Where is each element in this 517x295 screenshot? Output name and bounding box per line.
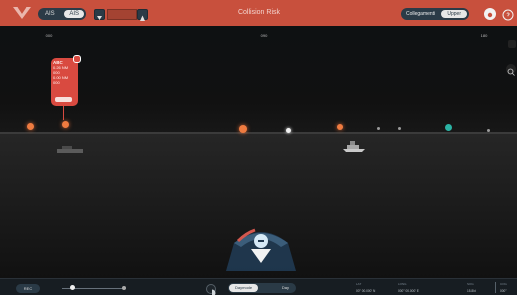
window-title: Collision Risk xyxy=(237,9,280,16)
brand-logo-icon xyxy=(13,6,31,19)
compass-tick: 090 xyxy=(260,33,268,38)
settings-button[interactable] xyxy=(484,8,496,20)
mode-right-option[interactable]: Upper xyxy=(441,10,467,18)
right-toolbar-button[interactable] xyxy=(508,40,516,48)
readout-divider xyxy=(495,282,496,293)
lat-readout: LAT 00° 00.000' N xyxy=(356,282,375,293)
brightness-slider-knob[interactable] xyxy=(70,285,75,290)
sog-value: 15.8kt xyxy=(467,289,476,293)
toggle-icon xyxy=(140,15,145,21)
long-label: LONG xyxy=(398,282,407,286)
cog-readout: COG 000° xyxy=(500,282,507,293)
filter-icon xyxy=(97,16,102,20)
compass-tick: 000 xyxy=(45,33,53,38)
cog-value: 000° xyxy=(500,289,507,293)
view-left-option[interactable]: Daymode xyxy=(229,284,259,292)
source-left-option[interactable]: AIS xyxy=(40,10,60,18)
sog-label: SOG xyxy=(467,282,474,286)
dim-control[interactable] xyxy=(107,9,137,20)
buoy-marker[interactable] xyxy=(337,124,343,130)
sog-readout: SOG 15.8kt xyxy=(467,282,476,293)
lat-value: 00° 00.000' N xyxy=(356,289,376,293)
contrast-icon xyxy=(212,289,216,295)
target-leader-line xyxy=(63,106,64,120)
settings-icon xyxy=(487,12,493,18)
distant-vessel-silhouette xyxy=(57,146,83,153)
ar-navigation-app: AIS AIS Collision Risk Collegamenti Uppe… xyxy=(0,0,517,295)
target-tcpa: 000 xyxy=(53,80,60,85)
navigation-light-marker xyxy=(487,129,490,132)
heading-gauge[interactable] xyxy=(220,213,302,271)
navigation-light-marker xyxy=(377,127,380,130)
target-info-card[interactable]: ABC 0.26 NM 000 0.00 NM 000 xyxy=(51,55,81,106)
close-icon[interactable] xyxy=(73,55,81,63)
vessel-silhouette xyxy=(343,141,365,152)
navigation-light-marker xyxy=(398,127,401,130)
cog-label: COG xyxy=(500,282,507,286)
bottom-bar: REC Daymode Day LAT 00° 00.000' N LONG 0… xyxy=(0,278,517,295)
source-right-option[interactable]: AIS xyxy=(64,10,84,18)
target-chip[interactable] xyxy=(55,97,72,102)
source-toggle[interactable]: AIS AIS xyxy=(38,8,86,20)
zoom-icon xyxy=(507,68,515,76)
top-bar: AIS AIS Collision Risk Collegamenti Uppe… xyxy=(0,0,517,26)
horizon-line xyxy=(0,132,517,134)
navigation-light-marker[interactable] xyxy=(286,128,291,133)
brightness-slider-end-icon xyxy=(122,286,126,290)
buoy-marker[interactable] xyxy=(239,125,247,133)
compass-tick: 180 xyxy=(480,33,488,38)
right-zoom-button[interactable] xyxy=(506,64,516,76)
buoy-marker[interactable] xyxy=(27,123,34,130)
tracked-target-marker[interactable] xyxy=(445,124,452,131)
long-value: 000° 00.000' E xyxy=(398,289,419,293)
long-readout: LONG 000° 00.000' E xyxy=(398,282,419,293)
buoy-marker[interactable] xyxy=(62,121,69,128)
view-mode-toggle[interactable]: Daymode Day xyxy=(228,283,296,293)
filter-button[interactable] xyxy=(94,9,105,20)
help-button[interactable] xyxy=(502,8,514,21)
record-button[interactable]: REC xyxy=(16,284,40,293)
contrast-button[interactable] xyxy=(206,284,216,295)
lat-label: LAT xyxy=(356,282,362,286)
view-right-option[interactable]: Day xyxy=(276,284,295,292)
help-icon xyxy=(502,9,514,21)
mode-toggle[interactable]: Collegamenti Upper xyxy=(401,8,469,20)
toggle-button[interactable] xyxy=(137,9,148,21)
mode-left-option[interactable]: Collegamenti xyxy=(403,11,438,17)
